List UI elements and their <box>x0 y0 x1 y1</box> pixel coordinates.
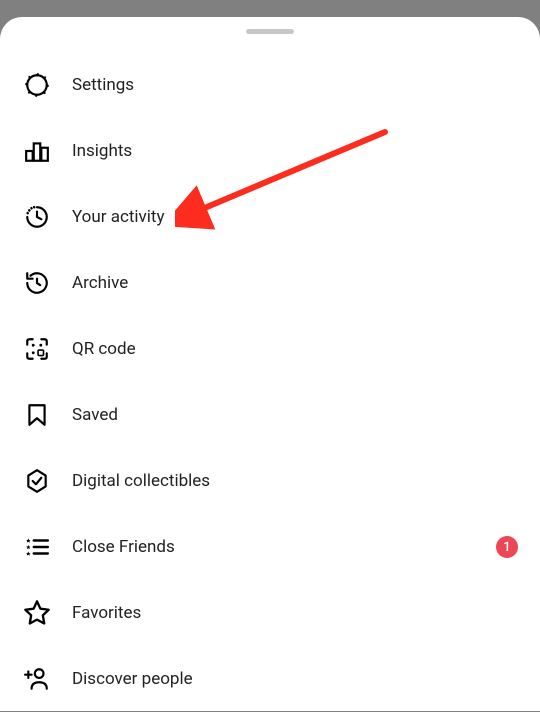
menu-label: Digital collectibles <box>72 471 210 491</box>
bottom-sheet: Settings Insights Your activity <box>0 17 540 711</box>
qrcode-icon <box>22 334 52 364</box>
menu-label: Discover people <box>72 669 193 689</box>
menu-item-insights[interactable]: Insights <box>0 118 540 184</box>
menu-label: Your activity <box>72 207 165 227</box>
menu-item-close-friends[interactable]: Close Friends 1 <box>0 514 540 580</box>
menu-item-your-activity[interactable]: Your activity <box>0 184 540 250</box>
menu-label: Settings <box>72 75 134 95</box>
menu-list: Settings Insights Your activity <box>0 52 540 712</box>
notification-badge: 1 <box>496 536 518 558</box>
activity-icon <box>22 202 52 232</box>
discover-icon <box>22 664 52 694</box>
closefriends-icon <box>22 532 52 562</box>
menu-label: Close Friends <box>72 537 175 557</box>
archive-icon <box>22 268 52 298</box>
favorites-icon <box>22 598 52 628</box>
menu-item-discover-people[interactable]: Discover people <box>0 646 540 712</box>
settings-icon <box>22 70 52 100</box>
drag-handle[interactable] <box>246 29 294 34</box>
saved-icon <box>22 400 52 430</box>
menu-item-settings[interactable]: Settings <box>0 52 540 118</box>
menu-label: QR code <box>72 339 136 359</box>
menu-item-qr-code[interactable]: QR code <box>0 316 540 382</box>
menu-item-favorites[interactable]: Favorites <box>0 580 540 646</box>
menu-label: Saved <box>72 405 118 425</box>
menu-item-archive[interactable]: Archive <box>0 250 540 316</box>
collectibles-icon <box>22 466 52 496</box>
menu-label: Favorites <box>72 603 141 623</box>
menu-item-digital-collectibles[interactable]: Digital collectibles <box>0 448 540 514</box>
menu-item-saved[interactable]: Saved <box>0 382 540 448</box>
insights-icon <box>22 136 52 166</box>
menu-label: Archive <box>72 273 128 293</box>
menu-label: Insights <box>72 141 132 161</box>
